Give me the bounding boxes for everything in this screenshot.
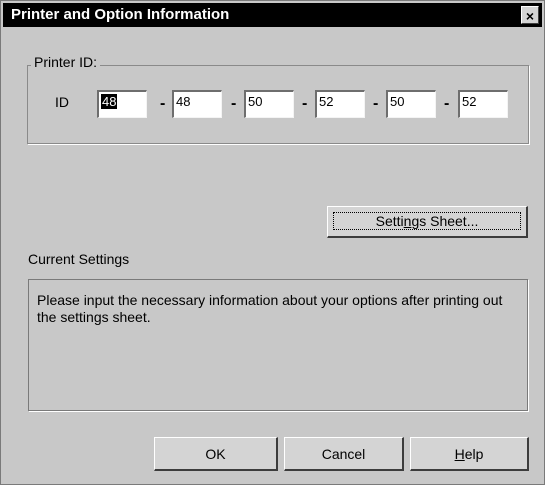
id-separator: - bbox=[302, 95, 308, 112]
id-field-4[interactable]: 52 bbox=[315, 90, 365, 118]
help-button[interactable]: Help bbox=[410, 437, 529, 471]
current-settings-label: Current Settings bbox=[28, 251, 130, 267]
id-field-2[interactable]: 48 bbox=[172, 90, 222, 118]
printer-option-dialog: Printer and Option Information × Printer… bbox=[0, 0, 545, 485]
ok-button[interactable]: OK bbox=[154, 437, 278, 471]
id-separator: - bbox=[231, 95, 237, 112]
id-separator: - bbox=[444, 95, 450, 112]
id-field-4-value: 52 bbox=[319, 94, 334, 109]
id-separator: - bbox=[160, 95, 166, 112]
cancel-button[interactable]: Cancel bbox=[284, 437, 404, 471]
id-field-1-value: 48 bbox=[101, 94, 118, 109]
id-field-2-value: 48 bbox=[176, 94, 191, 109]
close-icon: × bbox=[525, 8, 535, 24]
help-button-label: Help bbox=[454, 446, 484, 462]
current-settings-box: Please input the necessary information a… bbox=[28, 279, 528, 411]
id-field-5[interactable]: 50 bbox=[386, 90, 436, 118]
title-bar[interactable]: Printer and Option Information × bbox=[3, 3, 542, 27]
settings-sheet-button[interactable]: Settings Sheet... bbox=[327, 206, 528, 238]
id-field-1[interactable]: 48 bbox=[97, 90, 147, 118]
id-field-6[interactable]: 52 bbox=[458, 90, 508, 118]
close-button[interactable]: × bbox=[521, 6, 539, 24]
cancel-button-label: Cancel bbox=[321, 446, 366, 462]
id-field-6-value: 52 bbox=[462, 94, 477, 109]
printer-id-group-label: Printer ID: bbox=[31, 54, 101, 70]
current-settings-message: Please input the necessary information a… bbox=[37, 292, 503, 325]
settings-sheet-button-label: Settings Sheet... bbox=[332, 212, 522, 230]
window-title: Printer and Option Information bbox=[11, 6, 230, 23]
ok-button-label: OK bbox=[205, 446, 226, 462]
id-separator: - bbox=[373, 95, 379, 112]
id-field-3-value: 50 bbox=[248, 94, 263, 109]
id-label: ID bbox=[55, 94, 69, 110]
id-field-3[interactable]: 50 bbox=[244, 90, 294, 118]
id-field-5-value: 50 bbox=[390, 94, 405, 109]
